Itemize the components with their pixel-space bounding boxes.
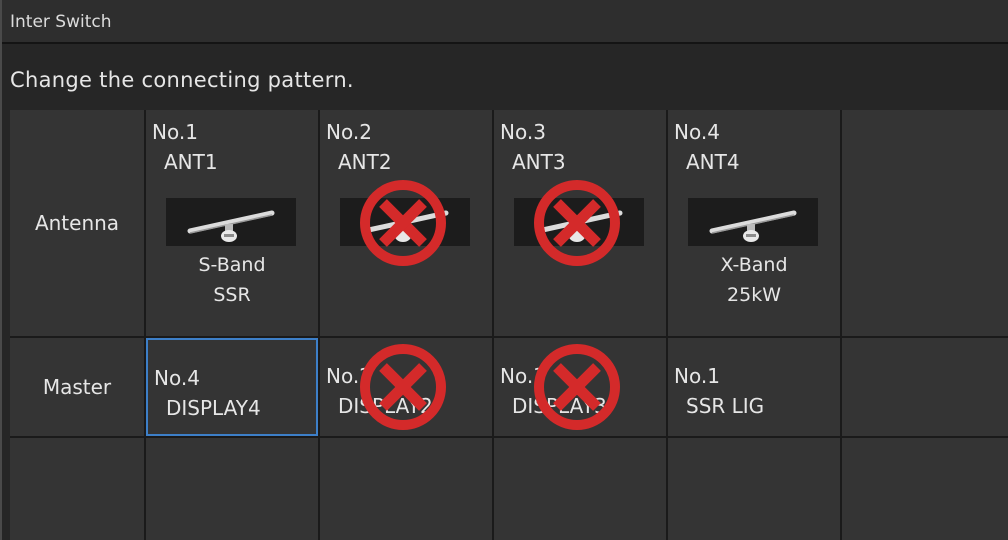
window-title: Inter Switch <box>10 12 112 32</box>
antenna-name: ANT1 <box>164 150 218 174</box>
antenna-band: X-Band <box>720 254 788 276</box>
row-header-antenna: Antenna <box>10 110 144 336</box>
empty-row-header <box>10 438 144 540</box>
antenna-power: 25kW <box>727 284 781 306</box>
connection-grid: Antenna No.1 ANT1 S-Band SSR No.2 ANT2 N… <box>10 110 1008 540</box>
unavailable-x-icon <box>360 344 446 430</box>
master-slot-empty <box>842 338 1008 436</box>
empty-slot <box>842 438 1008 540</box>
antenna-number: No.2 <box>326 120 372 144</box>
antenna-slot-empty <box>842 110 1008 336</box>
master-slot-2: No.2 DISPLAY2 <box>320 338 492 436</box>
radar-antenna-icon <box>688 198 818 246</box>
row-label-master: Master <box>42 375 112 399</box>
master-slot-3: No.3 DISPLAY3 <box>494 338 666 436</box>
antenna-slot-1[interactable]: No.1 ANT1 S-Band SSR <box>146 110 318 336</box>
antenna-type: SSR <box>213 284 251 306</box>
master-slot-1[interactable]: No.4 DISPLAY4 <box>146 338 318 436</box>
antenna-slot-3: No.3 ANT3 <box>494 110 666 336</box>
radar-antenna-icon <box>166 198 296 246</box>
empty-slot <box>668 438 840 540</box>
empty-slot <box>494 438 666 540</box>
empty-slot <box>146 438 318 540</box>
instruction-text: Change the connecting pattern. <box>10 68 354 92</box>
master-slot-4[interactable]: No.1 SSR LIG <box>668 338 840 436</box>
master-name: DISPLAY4 <box>166 396 261 420</box>
antenna-name: ANT4 <box>686 150 740 174</box>
antenna-slot-2: No.2 ANT2 <box>320 110 492 336</box>
antenna-number: No.1 <box>152 120 198 144</box>
row-label-antenna: Antenna <box>34 211 120 235</box>
master-number: No.4 <box>154 366 200 390</box>
antenna-number: No.3 <box>500 120 546 144</box>
antenna-name: ANT2 <box>338 150 392 174</box>
antenna-number: No.4 <box>674 120 720 144</box>
title-bar: Inter Switch <box>2 0 1008 44</box>
antenna-slot-4[interactable]: No.4 ANT4 X-Band 25kW <box>668 110 840 336</box>
unavailable-x-icon <box>360 180 446 266</box>
inter-switch-window: Inter Switch Change the connecting patte… <box>0 0 1008 540</box>
unavailable-x-icon <box>534 344 620 430</box>
row-header-master: Master <box>10 338 144 436</box>
master-name: SSR LIG <box>686 394 765 418</box>
empty-slot <box>320 438 492 540</box>
antenna-name: ANT3 <box>512 150 566 174</box>
unavailable-x-icon <box>534 180 620 266</box>
master-number: No.1 <box>674 364 720 388</box>
antenna-band: S-Band <box>198 254 266 276</box>
